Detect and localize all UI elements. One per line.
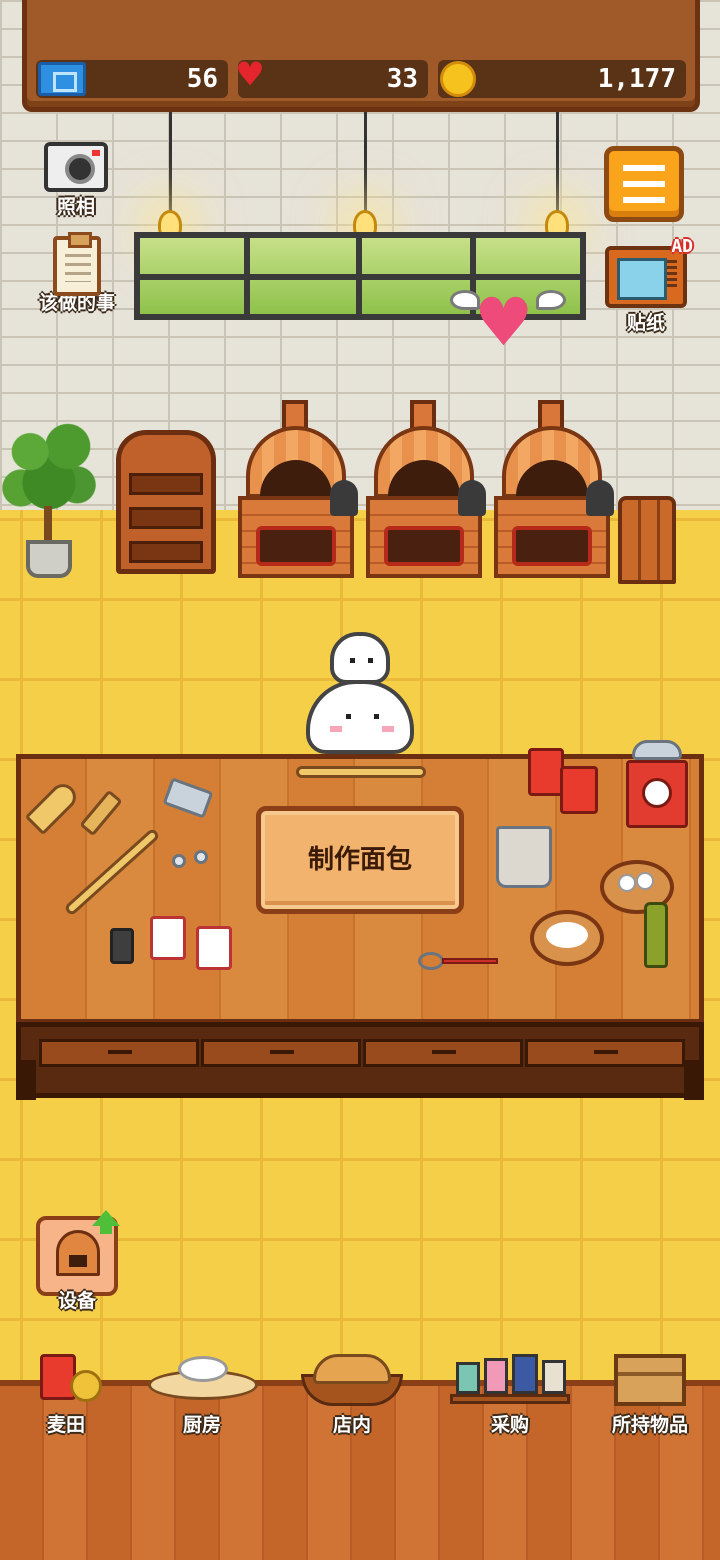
rolling-pin-icon <box>296 766 426 778</box>
kitchen-scale-icon <box>626 740 690 832</box>
menu-button[interactable] <box>604 146 684 222</box>
nav-kitchen[interactable]: 厨房 <box>132 1350 272 1450</box>
flour-bowl-icon <box>530 910 604 966</box>
nav-purchase-label: 采购 <box>490 1414 529 1436</box>
ad-badge: AD <box>671 236 693 257</box>
menu-icon <box>623 165 665 171</box>
measuring-cup-icon <box>496 826 552 888</box>
box-icon <box>610 1350 690 1408</box>
nav-wheat-field[interactable]: 麦田 <box>0 1350 136 1450</box>
heart-icon: ♥ <box>238 52 263 98</box>
nav-wheat-field-label: 麦田 <box>46 1414 85 1436</box>
bread-basket-icon <box>297 1350 407 1408</box>
potted-tree <box>2 410 96 580</box>
tickets-value: 56 <box>186 64 218 94</box>
hearts-value: 33 <box>386 64 418 94</box>
tv-icon: AD <box>605 236 693 308</box>
sticker-label: 贴纸 <box>626 312 665 334</box>
jar-icon <box>196 926 232 970</box>
camera-icon <box>44 142 108 192</box>
up-arrow-icon <box>92 1210 120 1234</box>
hearts-counter: ♥ 33 <box>238 55 428 98</box>
flour-bags-icon <box>528 748 602 818</box>
winged-heart-icon[interactable]: ♥ <box>450 284 566 360</box>
camera-label: 照相 <box>56 196 95 218</box>
equipment-label: 设备 <box>57 1290 96 1312</box>
baker-bird-small[interactable] <box>330 632 390 684</box>
coin-icon <box>440 61 476 97</box>
shop-shelf-icon <box>448 1350 572 1406</box>
oven-icon <box>56 1230 100 1276</box>
camera-button[interactable]: 照相 <box>36 142 116 219</box>
nav-store-label: 店内 <box>332 1414 371 1436</box>
flour-bag-icon <box>26 1350 106 1406</box>
dough-icon <box>142 1350 262 1410</box>
bread-shelf <box>116 430 216 574</box>
coins-counter: 1,177 <box>438 60 686 98</box>
jar-icon <box>150 916 186 960</box>
ticket-icon <box>38 62 86 96</box>
oven-2[interactable] <box>366 400 486 578</box>
nav-store[interactable]: 店内 <box>282 1350 422 1450</box>
lamp-wire <box>169 112 172 212</box>
counter-drawers <box>16 1022 704 1098</box>
lamp-wire <box>364 112 367 212</box>
nav-kitchen-label: 厨房 <box>182 1414 221 1436</box>
spice-bottle-icon <box>110 928 134 964</box>
oven-3[interactable] <box>494 400 614 578</box>
todo-button[interactable]: 该做的事 <box>26 232 128 315</box>
equipment-label-wrap[interactable]: 设备 <box>36 1286 118 1313</box>
measuring-spoons-icon <box>172 848 220 872</box>
firewood-pile <box>618 496 676 584</box>
clipboard-icon <box>53 232 101 296</box>
oven-1[interactable] <box>238 400 358 578</box>
oil-bottle-icon <box>644 902 668 968</box>
make-bread-button[interactable]: 制作面包 <box>256 806 464 914</box>
nav-purchase[interactable]: 采购 <box>440 1350 580 1450</box>
coins-value: 1,177 <box>597 64 676 94</box>
whisk-icon <box>418 952 500 970</box>
nav-inventory[interactable]: 所持物品 <box>580 1350 720 1450</box>
sticker-button[interactable]: AD 贴纸 <box>598 236 694 335</box>
nav-inventory-label: 所持物品 <box>611 1414 688 1436</box>
lamp-wire <box>556 112 559 212</box>
tickets-counter: 56 <box>36 60 228 98</box>
